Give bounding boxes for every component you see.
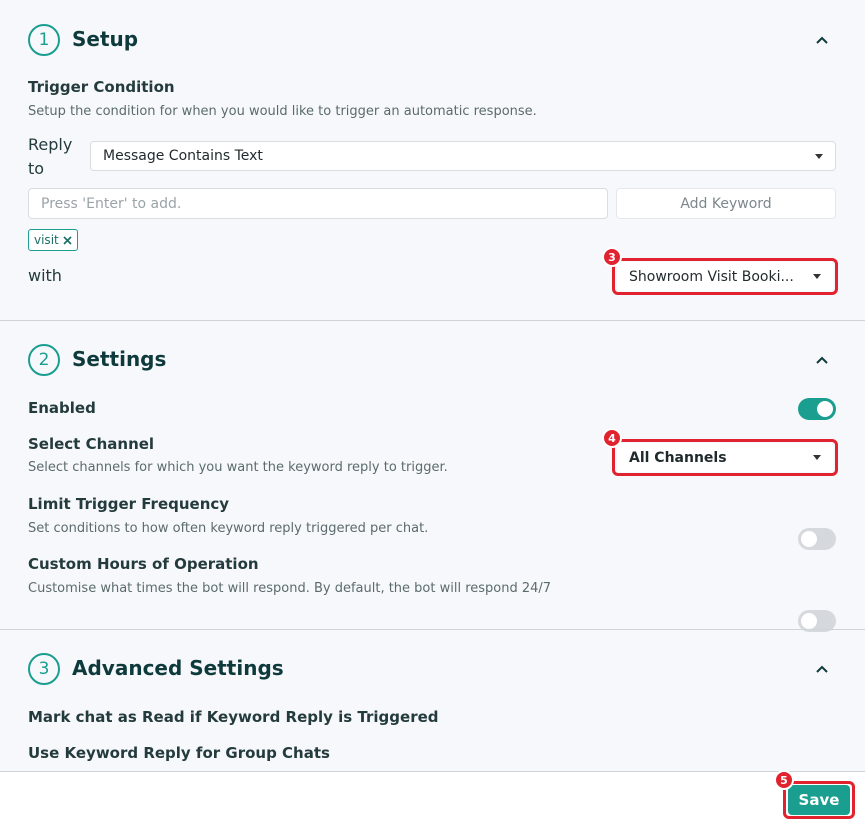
select-channel-label: Select Channel bbox=[28, 435, 155, 453]
step-2-indicator: 2 bbox=[28, 344, 60, 376]
settings-section-title: Settings bbox=[72, 347, 167, 371]
step-3-indicator: 3 bbox=[28, 653, 60, 685]
section-divider bbox=[0, 320, 865, 321]
custom-hours-desc: Customise what times the bot will respon… bbox=[28, 581, 552, 596]
enabled-label: Enabled bbox=[28, 399, 96, 417]
keyword-chip: visit bbox=[28, 229, 78, 251]
caret-down-icon bbox=[813, 274, 821, 279]
trigger-condition-label: Trigger Condition bbox=[28, 78, 175, 96]
add-keyword-button[interactable]: Add Keyword bbox=[616, 188, 836, 219]
trigger-condition-desc: Setup the condition for when you would l… bbox=[28, 104, 537, 119]
limit-frequency-desc: Set conditions to how often keyword repl… bbox=[28, 521, 429, 536]
with-label: with bbox=[28, 266, 62, 285]
advanced-section-title: Advanced Settings bbox=[72, 656, 284, 680]
chevron-up-icon[interactable] bbox=[815, 33, 829, 47]
save-button[interactable]: Save bbox=[788, 785, 850, 815]
reply-to-select[interactable]: Message Contains Text bbox=[90, 141, 836, 171]
close-icon[interactable] bbox=[63, 235, 72, 245]
annotation-badge-3: 3 bbox=[602, 247, 622, 267]
enabled-toggle[interactable] bbox=[798, 398, 836, 420]
select-channel-desc: Select channels for which you want the k… bbox=[28, 460, 448, 475]
custom-hours-label: Custom Hours of Operation bbox=[28, 555, 259, 573]
setup-section-title: Setup bbox=[72, 27, 139, 51]
step-1-indicator: 1 bbox=[28, 24, 60, 56]
section-divider bbox=[0, 629, 865, 630]
annotation-badge-5: 5 bbox=[774, 770, 794, 790]
channel-select[interactable]: All Channels bbox=[617, 443, 833, 472]
keyword-input[interactable]: Press 'Enter' to add. bbox=[28, 188, 608, 219]
caret-down-icon bbox=[813, 455, 821, 460]
with-select[interactable]: Showroom Visit Booki... bbox=[617, 262, 833, 291]
caret-down-icon bbox=[815, 153, 823, 159]
footer-bar bbox=[0, 771, 865, 828]
annotation-badge-4: 4 bbox=[602, 428, 622, 448]
group-chats-label: Use Keyword Reply for Group Chats bbox=[28, 744, 330, 762]
mark-read-label: Mark chat as Read if Keyword Reply is Tr… bbox=[28, 708, 439, 726]
chevron-up-icon[interactable] bbox=[815, 662, 829, 676]
limit-frequency-label: Limit Trigger Frequency bbox=[28, 495, 230, 513]
limit-frequency-toggle[interactable] bbox=[798, 528, 836, 550]
reply-to-label: Reply to bbox=[28, 135, 73, 178]
chevron-up-icon[interactable] bbox=[815, 353, 829, 367]
